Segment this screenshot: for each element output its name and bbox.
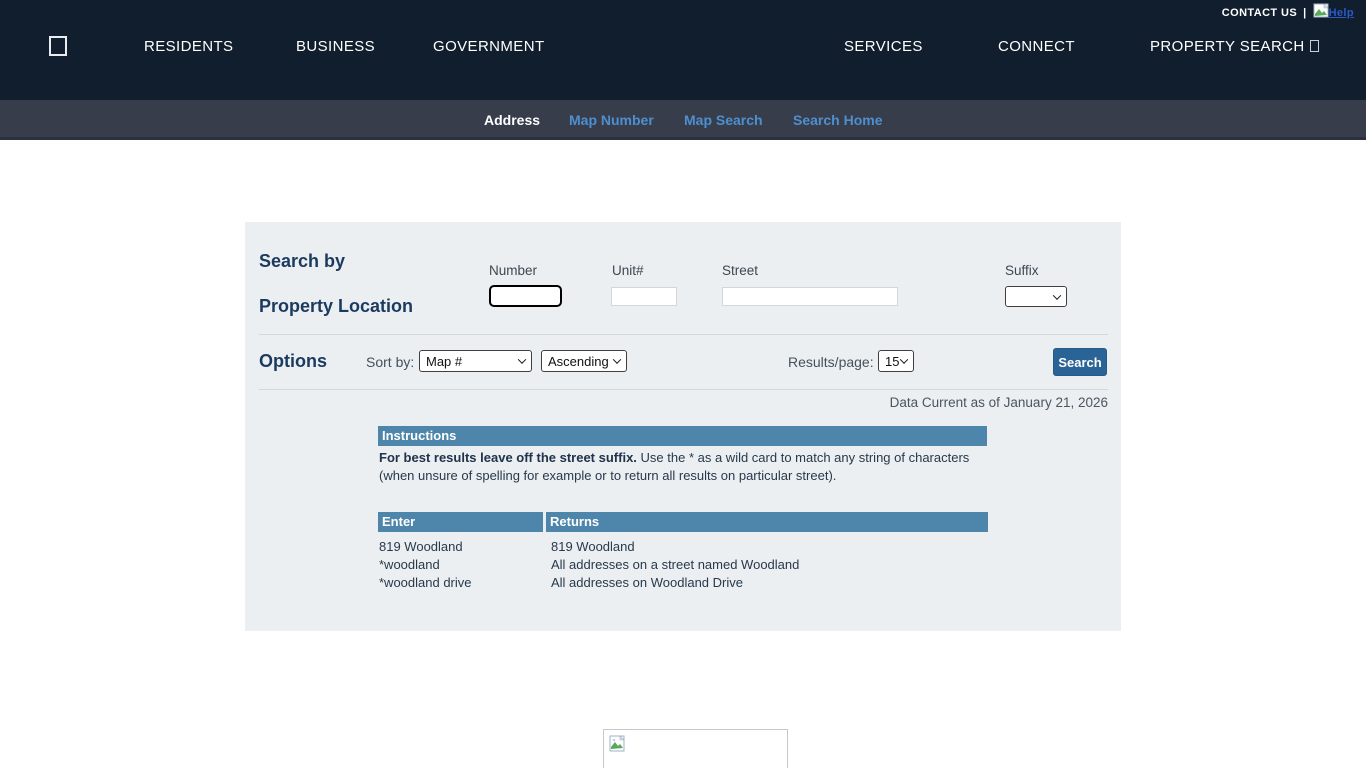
utility-separator: |	[1303, 7, 1306, 19]
footer-image-placeholder	[603, 729, 788, 768]
returns-column-header: Returns	[546, 512, 988, 532]
panel-title-line2: Property Location	[259, 296, 413, 317]
nav-item-services[interactable]: SERVICES	[844, 38, 923, 55]
example-enter-3: *woodland drive	[379, 574, 472, 592]
nav-item-residents[interactable]: RESIDENTS	[144, 38, 233, 55]
panel-title-line1: Search by	[259, 251, 345, 272]
enter-column-header: Enter	[378, 512, 543, 532]
sort-field-select[interactable]: Map #	[419, 350, 532, 372]
number-input[interactable]	[489, 285, 562, 307]
search-panel: Search by Property Location Number Unit#…	[245, 222, 1121, 631]
nav-item-government[interactable]: GOVERNMENT	[433, 38, 545, 55]
suffix-select-wrap	[1005, 286, 1067, 307]
sort-field-select-wrap: Map #	[419, 350, 532, 372]
data-current-text: Data Current as of January 21, 2026	[890, 395, 1108, 410]
site-logo-placeholder[interactable]	[49, 36, 67, 56]
sort-by-label: Sort by:	[366, 354, 414, 370]
tab-address[interactable]: Address	[484, 112, 540, 128]
broken-image-icon	[609, 735, 627, 753]
options-title: Options	[259, 351, 327, 372]
street-label: Street	[722, 263, 758, 278]
page: CONTACT US | Help RESIDENTS BUSINESS GOV…	[0, 0, 1366, 768]
instructions-text: For best results leave off the street su…	[379, 449, 979, 485]
help-link[interactable]: Help	[1329, 7, 1354, 19]
sort-direction-select[interactable]: Ascending	[541, 350, 627, 372]
tab-map-search[interactable]: Map Search	[684, 112, 763, 128]
results-per-page-select-wrap: 15	[878, 350, 914, 372]
instructions-header: Instructions	[378, 426, 987, 446]
search-tabbar: Address Map Number Map Search Search Hom…	[0, 100, 1366, 140]
contact-us-link[interactable]: CONTACT US	[1222, 7, 1297, 19]
example-returns-3: All addresses on Woodland Drive	[551, 574, 743, 592]
nav-item-property-search-label: PROPERTY SEARCH	[1150, 38, 1305, 55]
example-returns-1: 819 Woodland	[551, 538, 635, 556]
results-per-page-select[interactable]: 15	[878, 350, 914, 372]
street-input[interactable]	[722, 287, 898, 306]
utility-bar: CONTACT US | Help	[1222, 3, 1354, 22]
nav-item-business[interactable]: BUSINESS	[296, 38, 375, 55]
divider	[259, 334, 1108, 335]
search-button[interactable]: Search	[1053, 348, 1107, 376]
example-enter-1: 819 Woodland	[379, 538, 463, 556]
suffix-select[interactable]	[1005, 286, 1067, 307]
missing-glyph-box	[1310, 40, 1319, 52]
results-per-page-label: Results/page:	[788, 354, 874, 370]
unit-input[interactable]	[611, 287, 677, 306]
number-label: Number	[489, 263, 537, 278]
tab-search-home[interactable]: Search Home	[793, 112, 882, 128]
nav-item-connect[interactable]: CONNECT	[998, 38, 1075, 55]
example-returns-2: All addresses on a street named Woodland	[551, 556, 799, 574]
example-enter-2: *woodland	[379, 556, 440, 574]
site-header: CONTACT US | Help RESIDENTS BUSINESS GOV…	[0, 0, 1366, 100]
unit-label: Unit#	[612, 263, 644, 278]
nav-item-property-search[interactable]: PROPERTY SEARCH	[1150, 38, 1319, 55]
suffix-label: Suffix	[1005, 263, 1039, 278]
tab-map-number[interactable]: Map Number	[569, 112, 654, 128]
instructions-bold: For best results leave off the street su…	[379, 450, 637, 465]
sort-direction-select-wrap: Ascending	[541, 350, 627, 372]
divider	[259, 389, 1108, 390]
